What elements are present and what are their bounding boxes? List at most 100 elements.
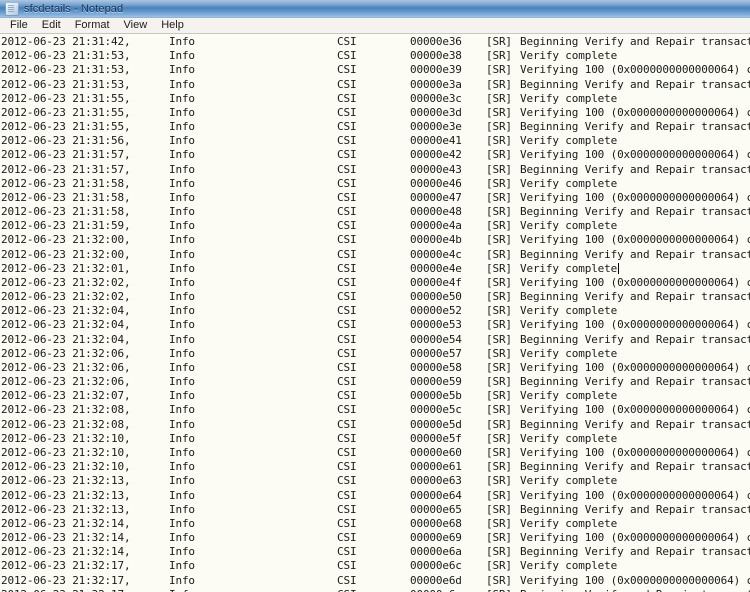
log-level: Info [169, 403, 195, 417]
log-event-id: 00000e4f [410, 275, 462, 289]
log-level: Info [169, 63, 195, 77]
log-message: Beginning Verify and Repair transaction [520, 502, 750, 516]
log-component: CSI [337, 460, 357, 474]
log-line: 2012-06-23 21:31:53, Info CSI 00000e39 [SR] V… [1, 63, 750, 77]
log-event-id: 00000e60 [410, 445, 462, 459]
log-event-id: 00000e5f [410, 431, 462, 445]
text-caret [618, 262, 619, 274]
log-sr-tag: [SR] [486, 460, 512, 474]
log-timestamp: 2012-06-23 21:32:08, [1, 403, 131, 417]
log-event-id: 00000e69 [410, 531, 462, 545]
window-title: sfcdetails - Notepad [24, 2, 124, 15]
log-line: 2012-06-23 21:31:58, Info CSI 00000e46 [SR] V… [1, 177, 750, 191]
log-sr-tag: [SR] [486, 304, 512, 318]
log-line: 2012-06-23 21:32:06, Info CSI 00000e57 [SR] V… [1, 347, 750, 361]
log-event-id: 00000e3d [410, 105, 462, 119]
log-line: 2012-06-23 21:32:10, Info CSI 00000e60 [SR] V… [1, 446, 750, 460]
log-timestamp: 2012-06-23 21:32:17, [1, 573, 131, 587]
log-timestamp: 2012-06-23 21:32:01, [1, 261, 131, 275]
log-message: Beginning Verify and Repair transaction [520, 162, 750, 176]
log-sr-tag: [SR] [486, 502, 512, 516]
log-timestamp: 2012-06-23 21:31:55, [1, 120, 131, 134]
log-sr-tag: [SR] [486, 375, 512, 389]
log-component: CSI [337, 445, 357, 459]
log-component: CSI [337, 247, 357, 261]
log-component: CSI [337, 91, 357, 105]
log-event-id: 00000e5d [410, 417, 462, 431]
log-event-id: 00000e3c [410, 91, 462, 105]
log-level: Info [169, 445, 195, 459]
log-component: CSI [337, 474, 357, 488]
log-timestamp: 2012-06-23 21:32:13, [1, 474, 131, 488]
log-component: CSI [337, 35, 357, 48]
log-timestamp: 2012-06-23 21:31:42, [1, 35, 131, 48]
log-line: 2012-06-23 21:32:00, Info CSI 00000e4b [SR] V… [1, 233, 750, 247]
log-sr-tag: [SR] [486, 573, 512, 587]
window-titlebar[interactable]: sfcdetails - Notepad [0, 0, 750, 18]
log-level: Info [169, 91, 195, 105]
log-event-id: 00000e59 [410, 375, 462, 389]
log-timestamp: 2012-06-23 21:32:14, [1, 531, 131, 545]
log-component: CSI [337, 545, 357, 559]
log-level: Info [169, 77, 195, 91]
log-sr-tag: [SR] [486, 531, 512, 545]
log-line: 2012-06-23 21:32:06, Info CSI 00000e58 [SR] V… [1, 361, 750, 375]
log-sr-tag: [SR] [486, 332, 512, 346]
log-line: 2012-06-23 21:31:58, Info CSI 00000e47 [SR] V… [1, 191, 750, 205]
log-timestamp: 2012-06-23 21:31:58, [1, 190, 131, 204]
log-level: Info [169, 332, 195, 346]
log-component: CSI [337, 205, 357, 219]
log-message: Verify complete [520, 304, 618, 318]
log-sr-tag: [SR] [486, 559, 512, 573]
notepad-document-icon [5, 1, 19, 16]
log-sr-tag: [SR] [486, 474, 512, 488]
log-line: 2012-06-23 21:32:08, Info CSI 00000e5c [SR] V… [1, 403, 750, 417]
log-line: 2012-06-23 21:32:01, Info CSI 00000e4e [SR] V… [1, 262, 750, 276]
log-level: Info [169, 375, 195, 389]
log-level: Info [169, 105, 195, 119]
log-level: Info [169, 49, 195, 63]
menu-item-view[interactable]: View [117, 18, 155, 33]
log-event-id: 00000e6d [410, 573, 462, 587]
log-message: Verifying 100 (0x0000000000000064) compo… [520, 148, 750, 162]
log-message: Verify complete [520, 49, 618, 63]
log-message: Verify complete [520, 346, 618, 360]
log-level: Info [169, 431, 195, 445]
log-timestamp: 2012-06-23 21:32:10, [1, 445, 131, 459]
log-level: Info [169, 389, 195, 403]
log-message: Verify complete [520, 431, 618, 445]
log-sr-tag: [SR] [486, 49, 512, 63]
log-timestamp: 2012-06-23 21:32:04, [1, 318, 131, 332]
log-level: Info [169, 304, 195, 318]
log-component: CSI [337, 531, 357, 545]
log-message: Beginning Verify and Repair transaction [520, 77, 750, 91]
log-timestamp: 2012-06-23 21:32:07, [1, 389, 131, 403]
menubar: File Edit Format View Help [0, 18, 750, 34]
log-sr-tag: [SR] [486, 105, 512, 119]
log-message: Verify complete [520, 516, 618, 530]
log-sr-tag: [SR] [486, 545, 512, 559]
text-editor-area[interactable]: 2012-06-23 21:31:42, Info CSI 00000e36 [SR] B… [0, 34, 750, 592]
log-component: CSI [337, 318, 357, 332]
log-message: Verify complete [520, 559, 618, 573]
menu-item-edit[interactable]: Edit [35, 18, 68, 33]
log-line: 2012-06-23 21:32:04, Info CSI 00000e54 [SR] B… [1, 333, 750, 347]
log-component: CSI [337, 49, 357, 63]
log-timestamp: 2012-06-23 21:32:10, [1, 431, 131, 445]
menu-item-file[interactable]: File [3, 18, 35, 33]
menu-item-format[interactable]: Format [68, 18, 117, 33]
menu-item-help[interactable]: Help [154, 18, 191, 33]
log-level: Info [169, 247, 195, 261]
log-sr-tag: [SR] [486, 63, 512, 77]
log-level: Info [169, 120, 195, 134]
log-component: CSI [337, 134, 357, 148]
log-level: Info [169, 488, 195, 502]
log-message: Verify complete [520, 474, 618, 488]
log-timestamp: 2012-06-23 21:31:53, [1, 77, 131, 91]
log-line: 2012-06-23 21:32:14, Info CSI 00000e6a [SR] B… [1, 545, 750, 559]
log-sr-tag: [SR] [486, 360, 512, 374]
log-level: Info [169, 545, 195, 559]
log-timestamp: 2012-06-23 21:31:56, [1, 134, 131, 148]
log-level: Info [169, 474, 195, 488]
log-line: 2012-06-23 21:32:02, Info CSI 00000e4f [SR] V… [1, 276, 750, 290]
